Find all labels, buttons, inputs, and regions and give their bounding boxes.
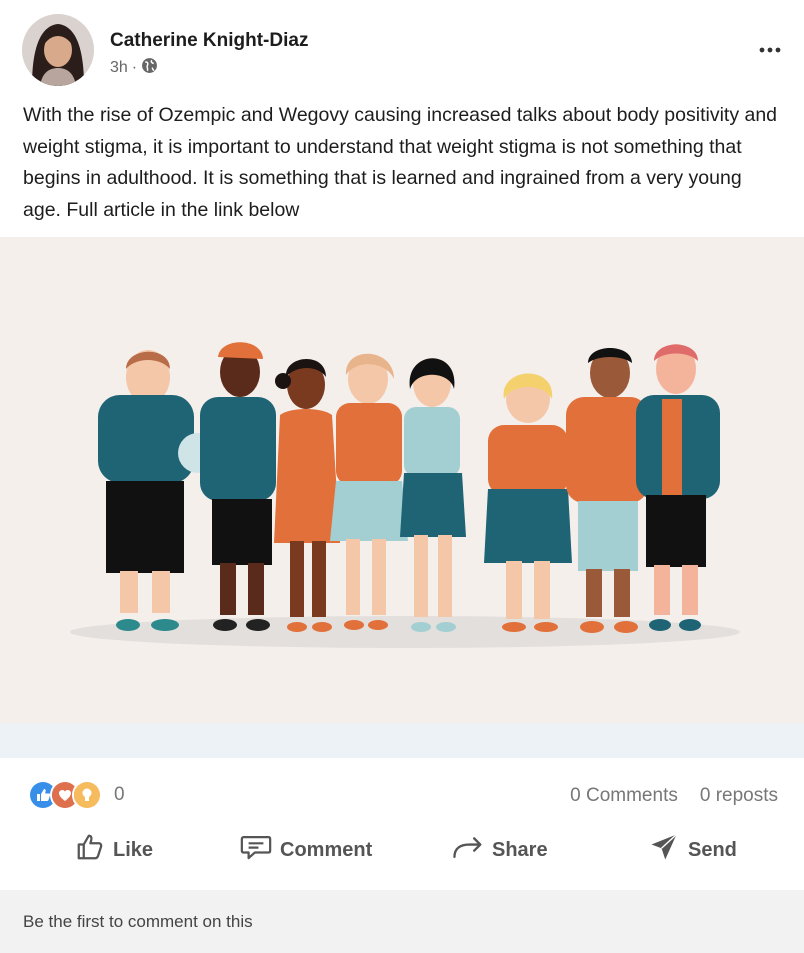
- empty-comments-message: Be the first to comment on this: [23, 912, 253, 931]
- action-bar: Like Comment Share Send: [0, 826, 804, 874]
- kid-figure: [400, 358, 466, 632]
- post-meta: 3h ·: [110, 57, 158, 79]
- post-text: With the rise of Ozempic and Wegovy caus…: [23, 104, 778, 221]
- link-preview-bar[interactable]: [0, 723, 804, 758]
- thumbs-up-icon: [75, 832, 105, 868]
- share-button[interactable]: Share: [452, 826, 548, 874]
- post-image[interactable]: [0, 237, 804, 723]
- kid-figure: [484, 373, 572, 632]
- engagement-counts: 0 Comments 0 reposts: [570, 785, 778, 807]
- kid-figure: [636, 344, 720, 631]
- post-header: Catherine Knight-Diaz 3h ·: [22, 14, 782, 88]
- send-plane-icon: [648, 832, 680, 868]
- insightful-reaction-icon: [72, 780, 102, 810]
- send-button[interactable]: Send: [648, 826, 737, 874]
- share-arrow-icon: [452, 832, 484, 868]
- share-label: Share: [492, 838, 548, 861]
- kid-figure: [200, 342, 276, 631]
- comments-section: Be the first to comment on this: [0, 890, 804, 953]
- like-label: Like: [113, 838, 154, 861]
- comment-icon: [240, 832, 272, 868]
- author-name[interactable]: Catherine Knight-Diaz: [110, 30, 308, 52]
- kid-figure: [566, 348, 648, 633]
- like-button[interactable]: Like: [75, 826, 153, 874]
- post-time: 3h: [110, 59, 128, 76]
- kid-figure: [330, 353, 408, 630]
- comments-count-link[interactable]: 0 Comments: [570, 785, 678, 807]
- reposts-count-link[interactable]: 0 reposts: [700, 785, 778, 807]
- comment-label: Comment: [280, 838, 373, 861]
- post-card: Catherine Knight-Diaz 3h · With the rise…: [0, 0, 804, 953]
- social-stats: 0 0 Comments 0 reposts: [28, 780, 778, 812]
- comment-button[interactable]: Comment: [240, 826, 372, 874]
- kid-figure: [274, 358, 340, 632]
- globe-icon: [141, 57, 158, 79]
- reaction-count: 0: [114, 784, 125, 805]
- more-options-icon[interactable]: [758, 42, 782, 58]
- meta-separator: ·: [131, 59, 138, 76]
- send-label: Send: [688, 838, 737, 861]
- kid-figure: [98, 350, 218, 631]
- reactions-summary[interactable]: 0: [28, 780, 125, 810]
- author-avatar[interactable]: [22, 14, 94, 86]
